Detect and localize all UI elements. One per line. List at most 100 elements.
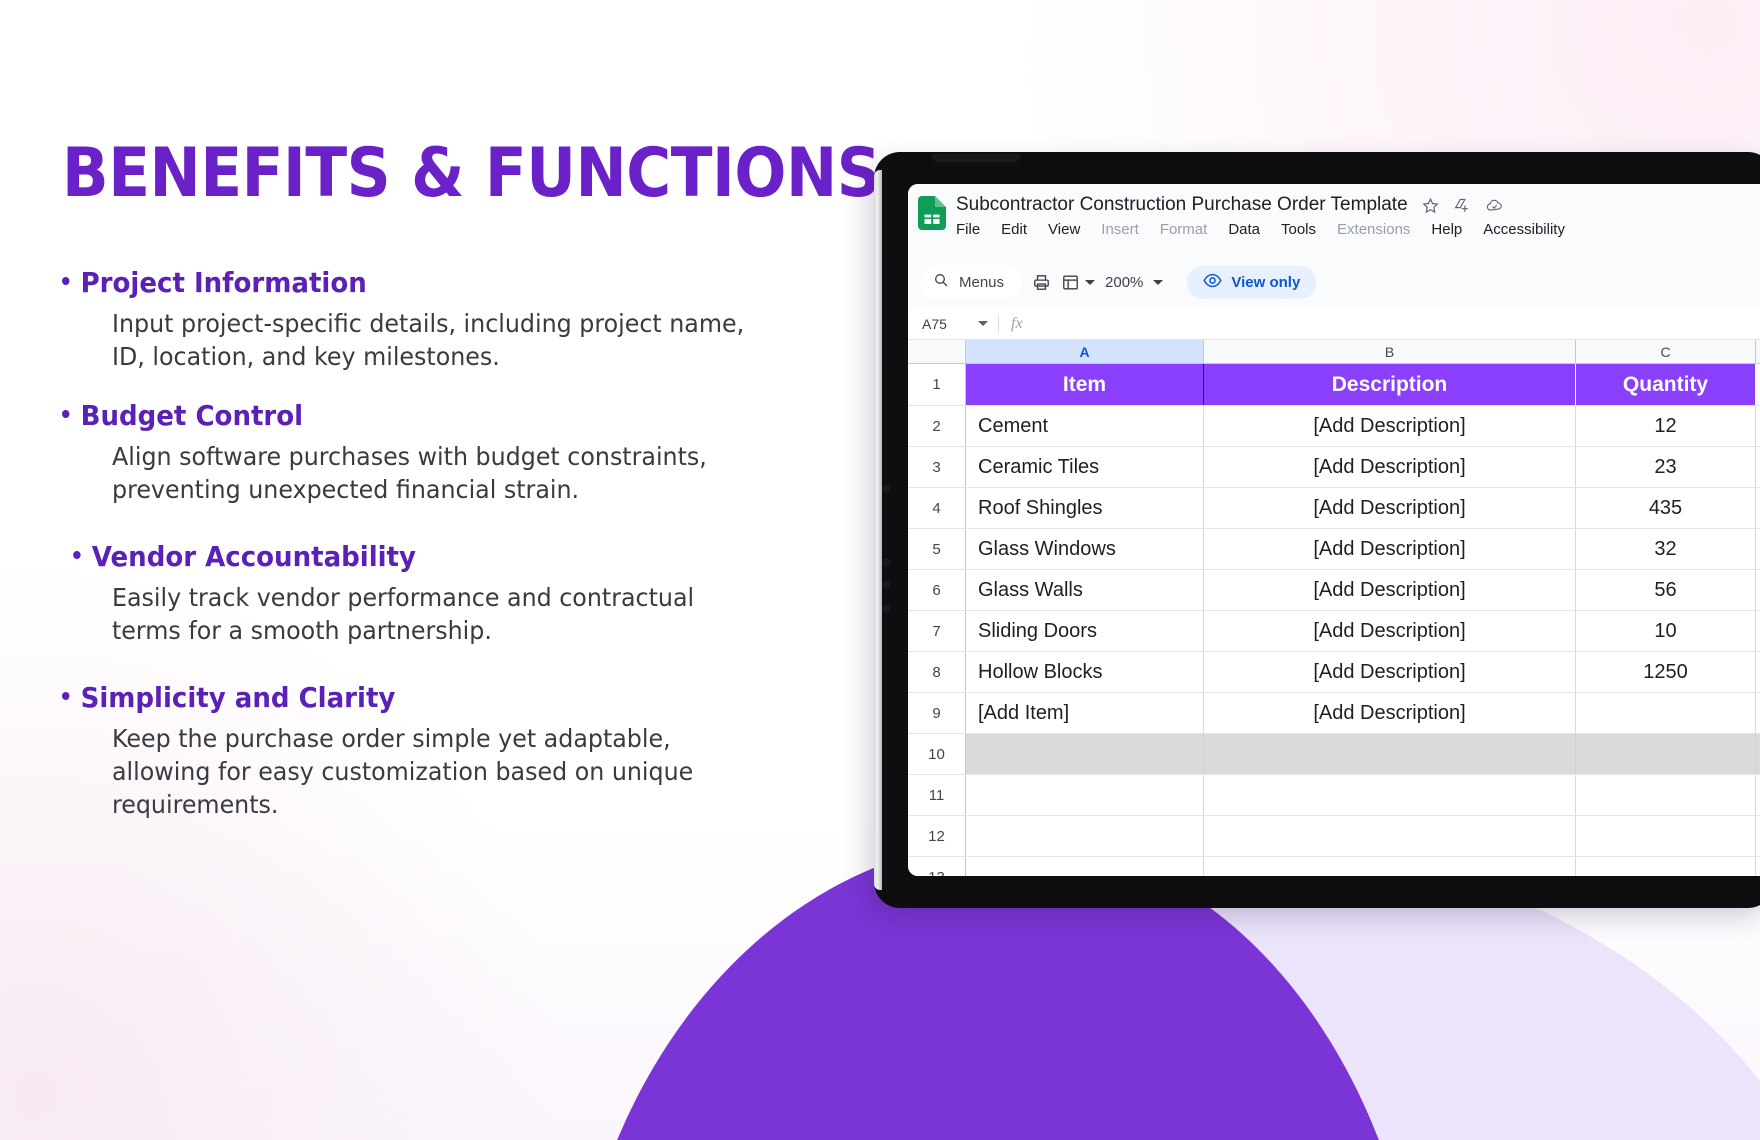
menu-item-data[interactable]: Data	[1228, 221, 1260, 238]
cell-empty[interactable]	[1576, 775, 1756, 815]
star-icon[interactable]	[1422, 197, 1439, 214]
menu-item-help[interactable]: Help	[1431, 221, 1462, 238]
cell-empty[interactable]	[1576, 734, 1756, 774]
cell-item[interactable]: Sliding Doors	[966, 611, 1204, 651]
print-icon[interactable]	[1032, 273, 1051, 292]
zoom-level[interactable]: 200%	[1105, 274, 1143, 291]
cell-description[interactable]: [Add Description]	[1204, 406, 1576, 446]
menu-item-accessibility[interactable]: Accessibility	[1483, 221, 1565, 238]
tablet-button	[882, 558, 891, 567]
cell-empty[interactable]	[966, 857, 1204, 876]
cell-empty[interactable]	[1204, 816, 1576, 856]
cell-empty[interactable]	[1204, 857, 1576, 876]
column-header-c[interactable]: C	[1576, 340, 1756, 363]
table-row: 6 Glass Walls [Add Description] 56	[908, 570, 1760, 611]
row-number[interactable]: 13	[908, 857, 966, 876]
row-number[interactable]: 1	[908, 364, 966, 405]
tablet-button	[882, 484, 891, 493]
menu-item-insert[interactable]: Insert	[1101, 221, 1139, 238]
move-to-drive-icon[interactable]	[1453, 197, 1471, 214]
tablet-camera-notch	[932, 154, 1020, 162]
cell-description[interactable]: [Add Description]	[1204, 447, 1576, 487]
menu-item-tools[interactable]: Tools	[1281, 221, 1316, 238]
cell-item[interactable]: [Add Item]	[966, 693, 1204, 733]
column-header-row: A B C	[908, 340, 1760, 364]
table-header-item[interactable]: Item	[966, 364, 1204, 405]
menu-item-edit[interactable]: Edit	[1001, 221, 1027, 238]
bullet-heading-label: Budget Control	[80, 399, 304, 432]
row-number[interactable]: 9	[908, 693, 966, 733]
table-row: 2 Cement [Add Description] 12	[908, 406, 1760, 447]
menu-bar[interactable]: File Edit View Insert Format Data Tools …	[956, 221, 1565, 238]
row-number[interactable]: 7	[908, 611, 966, 651]
cell-empty[interactable]	[966, 734, 1204, 774]
row-number[interactable]: 8	[908, 652, 966, 692]
cell-quantity[interactable]: 435	[1576, 488, 1756, 528]
cell-item[interactable]: Glass Windows	[966, 529, 1204, 569]
row-number[interactable]: 12	[908, 816, 966, 856]
tablet-button	[882, 580, 891, 589]
cell-description[interactable]: [Add Description]	[1204, 570, 1576, 610]
cell-quantity[interactable]	[1576, 693, 1756, 733]
cell-item[interactable]: Glass Walls	[966, 570, 1204, 610]
menu-item-extensions[interactable]: Extensions	[1337, 221, 1410, 238]
view-only-button[interactable]: View only	[1187, 265, 1317, 299]
chevron-down-icon[interactable]	[978, 321, 988, 326]
column-header-a[interactable]: A	[966, 340, 1204, 363]
zoom-chevron-down-icon[interactable]	[1153, 279, 1164, 285]
cell-item[interactable]: Ceramic Tiles	[966, 447, 1204, 487]
cell-empty[interactable]	[1576, 816, 1756, 856]
view-only-label: View only	[1231, 273, 1301, 291]
cell-empty[interactable]	[1576, 857, 1756, 876]
cell-description[interactable]: [Add Description]	[1204, 652, 1576, 692]
row-number[interactable]: 11	[908, 775, 966, 815]
select-all-corner[interactable]	[908, 340, 966, 363]
filter-view-icon[interactable]	[1061, 273, 1096, 292]
cell-empty[interactable]	[1204, 734, 1576, 774]
row-number[interactable]: 2	[908, 406, 966, 446]
row-number[interactable]: 6	[908, 570, 966, 610]
cell-empty[interactable]	[966, 816, 1204, 856]
chevron-down-icon[interactable]	[1085, 279, 1096, 285]
cell-quantity[interactable]: 56	[1576, 570, 1756, 610]
cell-description[interactable]: [Add Description]	[1204, 611, 1576, 651]
cell-description[interactable]: [Add Description]	[1204, 693, 1576, 733]
list-item: Vendor Accountability Easily track vendo…	[62, 540, 852, 647]
row-number[interactable]: 5	[908, 529, 966, 569]
cell-quantity[interactable]: 12	[1576, 406, 1756, 446]
cell-quantity[interactable]: 10	[1576, 611, 1756, 651]
cell-item[interactable]: Cement	[966, 406, 1204, 446]
table-header-quantity[interactable]: Quantity	[1576, 364, 1756, 405]
menu-item-view[interactable]: View	[1048, 221, 1080, 238]
cell-empty[interactable]	[966, 775, 1204, 815]
list-item: Simplicity and Clarity Keep the purchase…	[62, 681, 852, 821]
row-number[interactable]: 3	[908, 447, 966, 487]
row-number[interactable]: 10	[908, 734, 966, 774]
sheets-header: Subcontractor Construction Purchase Orde…	[908, 184, 1760, 262]
cell-quantity[interactable]: 32	[1576, 529, 1756, 569]
row-number[interactable]: 4	[908, 488, 966, 528]
bullet-heading: Budget Control	[62, 399, 797, 432]
cell-item[interactable]: Hollow Blocks	[966, 652, 1204, 692]
benefits-list: Project Information Input project-specif…	[62, 266, 852, 821]
divider	[998, 314, 999, 333]
cell-quantity[interactable]: 23	[1576, 447, 1756, 487]
cell-empty[interactable]	[1204, 775, 1576, 815]
column-header-b[interactable]: B	[1204, 340, 1576, 363]
cloud-saved-icon[interactable]	[1485, 197, 1504, 214]
cell-description[interactable]: [Add Description]	[1204, 488, 1576, 528]
bullet-heading-label: Simplicity and Clarity	[80, 681, 396, 714]
tablet-button	[882, 604, 891, 613]
cell-reference-box[interactable]: A75	[922, 316, 996, 332]
menus-label: Menus	[959, 273, 1005, 291]
cell-reference-value: A75	[922, 315, 947, 332]
cell-description[interactable]: [Add Description]	[1204, 529, 1576, 569]
menu-item-file[interactable]: File	[956, 221, 980, 238]
cell-item[interactable]: Roof Shingles	[966, 488, 1204, 528]
menus-search-button[interactable]: Menus	[920, 265, 1023, 299]
page-title: BENEFITS & FUNCTIONS	[62, 134, 881, 213]
cell-quantity[interactable]: 1250	[1576, 652, 1756, 692]
search-icon	[933, 272, 949, 292]
table-header-description[interactable]: Description	[1204, 364, 1576, 405]
menu-item-format[interactable]: Format	[1160, 221, 1208, 238]
